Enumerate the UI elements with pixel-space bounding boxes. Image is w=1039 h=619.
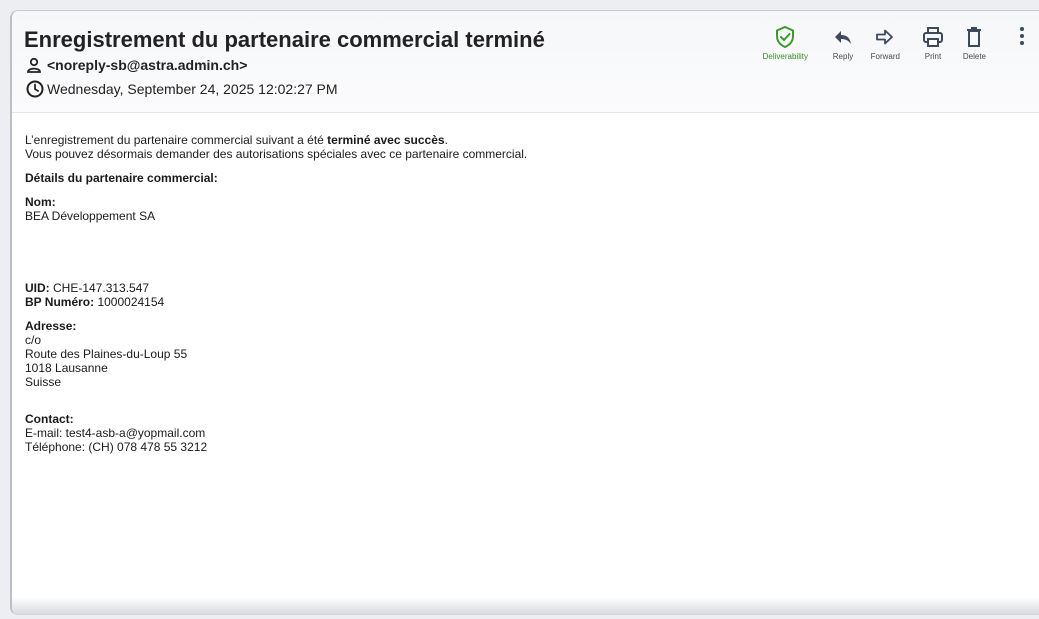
reply-button[interactable]: Reply <box>832 25 854 61</box>
email-subject: Enregistrement du partenaire commercial … <box>24 27 545 52</box>
details-heading: Détails du partenaire commercial: <box>25 171 218 185</box>
nom-value: BEA Développement SA <box>25 209 156 223</box>
deliverability-label: Deliverability <box>762 52 808 61</box>
email-header: Enregistrement du partenaire commercial … <box>12 11 1039 113</box>
nom-label: Nom: <box>25 195 56 209</box>
intro-line-2: Vous pouvez désormais demander des autor… <box>25 147 528 161</box>
contact-email: E-mail: test4-asb-a@yopmail.com <box>25 426 206 440</box>
sender-row: <noreply-sb@astra.admin.ch> <box>26 55 247 75</box>
bp-label: BP Numéro: <box>25 295 95 309</box>
printer-icon <box>923 27 943 47</box>
person-icon <box>27 57 41 73</box>
delete-button[interactable]: Delete <box>963 25 986 61</box>
adresse-line-3: 1018 Lausanne <box>25 361 108 375</box>
email-window: Enregistrement du partenaire commercial … <box>10 10 1039 615</box>
forward-label: Forward <box>870 52 900 61</box>
adresse-line-1: c/o <box>25 333 42 347</box>
intro-text: L’enregistrement du partenaire commercia… <box>25 133 328 147</box>
more-vertical-icon <box>1020 27 1024 45</box>
print-button[interactable]: Print <box>922 25 944 61</box>
adresse-line-4: Suisse <box>25 375 62 389</box>
uid-label: UID: <box>25 281 50 295</box>
print-label: Print <box>924 52 942 61</box>
more-button[interactable] <box>1017 25 1027 49</box>
shield-check-icon <box>776 25 795 49</box>
intro-line-1: L’enregistrement du partenaire commercia… <box>25 133 1019 147</box>
contact-phone: Téléphone: (CH) 078 478 55 3212 <box>25 440 208 454</box>
deliverability-button[interactable]: Deliverability <box>763 25 808 61</box>
forward-button[interactable]: Forward <box>871 25 900 61</box>
email-date: Wednesday, September 24, 2025 12:02:27 P… <box>47 81 338 97</box>
bp-value: 1000024154 <box>94 295 165 309</box>
bp-line: BP Numéro: 1000024154 <box>25 295 1019 309</box>
sender-address[interactable]: <noreply-sb@astra.admin.ch> <box>47 57 247 73</box>
uid-value: CHE-147.313.547 <box>49 281 150 295</box>
intro-bold-text: terminé avec succès <box>327 133 445 147</box>
reply-icon <box>835 31 851 44</box>
adresse-line-2: Route des Plaines-du-Loup 55 <box>25 347 188 361</box>
intro-suffix: . <box>444 133 448 147</box>
adresse-label: Adresse: <box>25 319 77 333</box>
date-row: Wednesday, September 24, 2025 12:02:27 P… <box>26 79 338 99</box>
forward-icon <box>876 29 894 45</box>
email-body: L’enregistrement du partenaire commercia… <box>25 133 1019 454</box>
delete-label: Delete <box>962 52 986 61</box>
clock-icon <box>26 80 44 98</box>
trash-icon <box>967 27 982 47</box>
window-bottom-edge <box>12 597 1039 615</box>
reply-label: Reply <box>832 52 854 61</box>
uid-line: UID: CHE-147.313.547 <box>25 281 1019 295</box>
contact-label: Contact: <box>25 412 74 426</box>
